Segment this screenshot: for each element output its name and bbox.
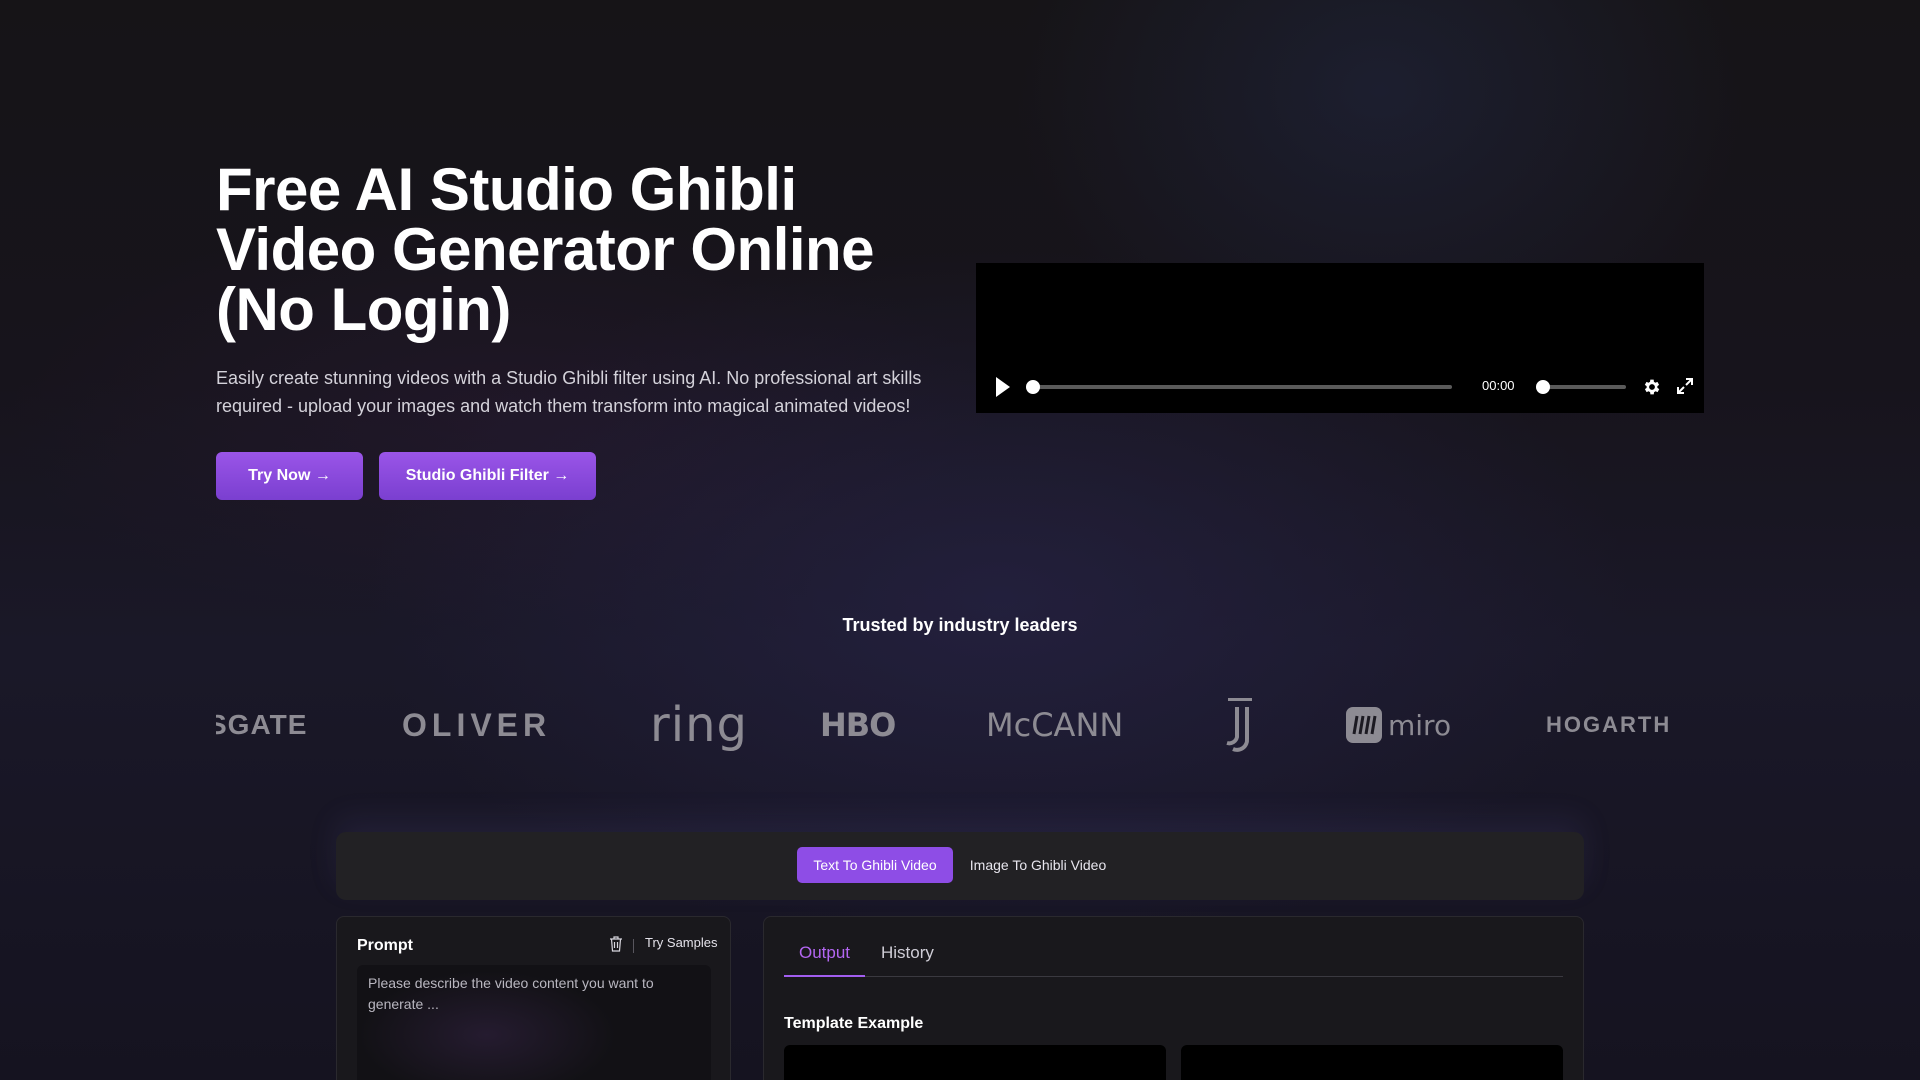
active-tab-indicator bbox=[784, 975, 865, 977]
hero-subtitle: Easily create stunning videos with a Stu… bbox=[216, 368, 922, 416]
output-card: Output History Template Example bbox=[763, 916, 1584, 1080]
prompt-card: Prompt Try Samples bbox=[336, 916, 731, 1080]
miro-mark-icon bbox=[1346, 707, 1382, 743]
seek-handle[interactable] bbox=[1026, 380, 1040, 394]
video-controls: 00:00 bbox=[976, 361, 1704, 413]
video-player[interactable]: 00:00 bbox=[976, 263, 1704, 413]
try-samples-button[interactable]: Try Samples bbox=[645, 935, 717, 950]
logo-mccann: McCANN bbox=[986, 706, 1124, 744]
divider bbox=[633, 939, 634, 953]
template-video-thumbnail[interactable] bbox=[784, 1045, 1166, 1080]
hero-title: Free AI Studio Ghibli Video Generator On… bbox=[216, 160, 956, 340]
tab-history[interactable]: History bbox=[881, 943, 934, 963]
logo-sgate: SGATE bbox=[216, 709, 308, 740]
tab-image-to-ghibli-video[interactable]: Image To Ghibli Video bbox=[963, 847, 1113, 883]
time-display: 00:00 bbox=[1482, 378, 1515, 393]
play-icon[interactable] bbox=[996, 377, 1010, 397]
volume-slider[interactable] bbox=[1536, 380, 1626, 394]
logo-oliver: OLIVER bbox=[402, 706, 552, 743]
prompt-input[interactable] bbox=[357, 965, 711, 1080]
miro-wordmark: miro bbox=[1388, 708, 1452, 742]
trash-icon[interactable] bbox=[609, 936, 623, 952]
hero-title-line-2: Video Generator Online bbox=[216, 216, 875, 283]
tab-output[interactable]: Output bbox=[799, 943, 850, 963]
template-example-title: Template Example bbox=[784, 1015, 924, 1032]
template-video-thumbnail[interactable] bbox=[1181, 1045, 1563, 1080]
gear-icon[interactable] bbox=[1642, 377, 1662, 397]
output-tabs: Output History bbox=[784, 943, 1563, 977]
hero-title-line-3: (No Login) bbox=[216, 276, 511, 343]
logo-ring: ring bbox=[650, 697, 748, 753]
tab-text-to-ghibli-video[interactable]: Text To Ghibli Video bbox=[797, 847, 953, 883]
fullscreen-icon[interactable] bbox=[1676, 377, 1694, 395]
prompt-title: Prompt bbox=[357, 937, 413, 954]
logo-strip: SGATE OLIVER ring HBO McCANN miro HOGART… bbox=[216, 690, 1704, 760]
trusted-heading: Trusted by industry leaders bbox=[842, 615, 1078, 635]
mode-tab-bar: Text To Ghibli Video Image To Ghibli Vid… bbox=[336, 832, 1584, 900]
page: Free AI Studio Ghibli Video Generator On… bbox=[0, 0, 1920, 1080]
seek-bar[interactable] bbox=[1026, 380, 1452, 394]
hero-title-line-1: Free AI Studio Ghibli bbox=[216, 156, 797, 223]
volume-handle[interactable] bbox=[1536, 380, 1550, 394]
logo-juventus bbox=[1218, 690, 1262, 760]
logo-miro: miro bbox=[1346, 690, 1451, 760]
logo-hbo: HBO bbox=[820, 706, 896, 744]
juventus-icon bbox=[1226, 698, 1252, 752]
ghibli-filter-button[interactable]: Studio Ghibli Filter → bbox=[379, 452, 596, 500]
logo-hogarth: HOGARTH bbox=[1546, 712, 1672, 737]
try-now-button[interactable]: Try Now → bbox=[216, 452, 363, 500]
